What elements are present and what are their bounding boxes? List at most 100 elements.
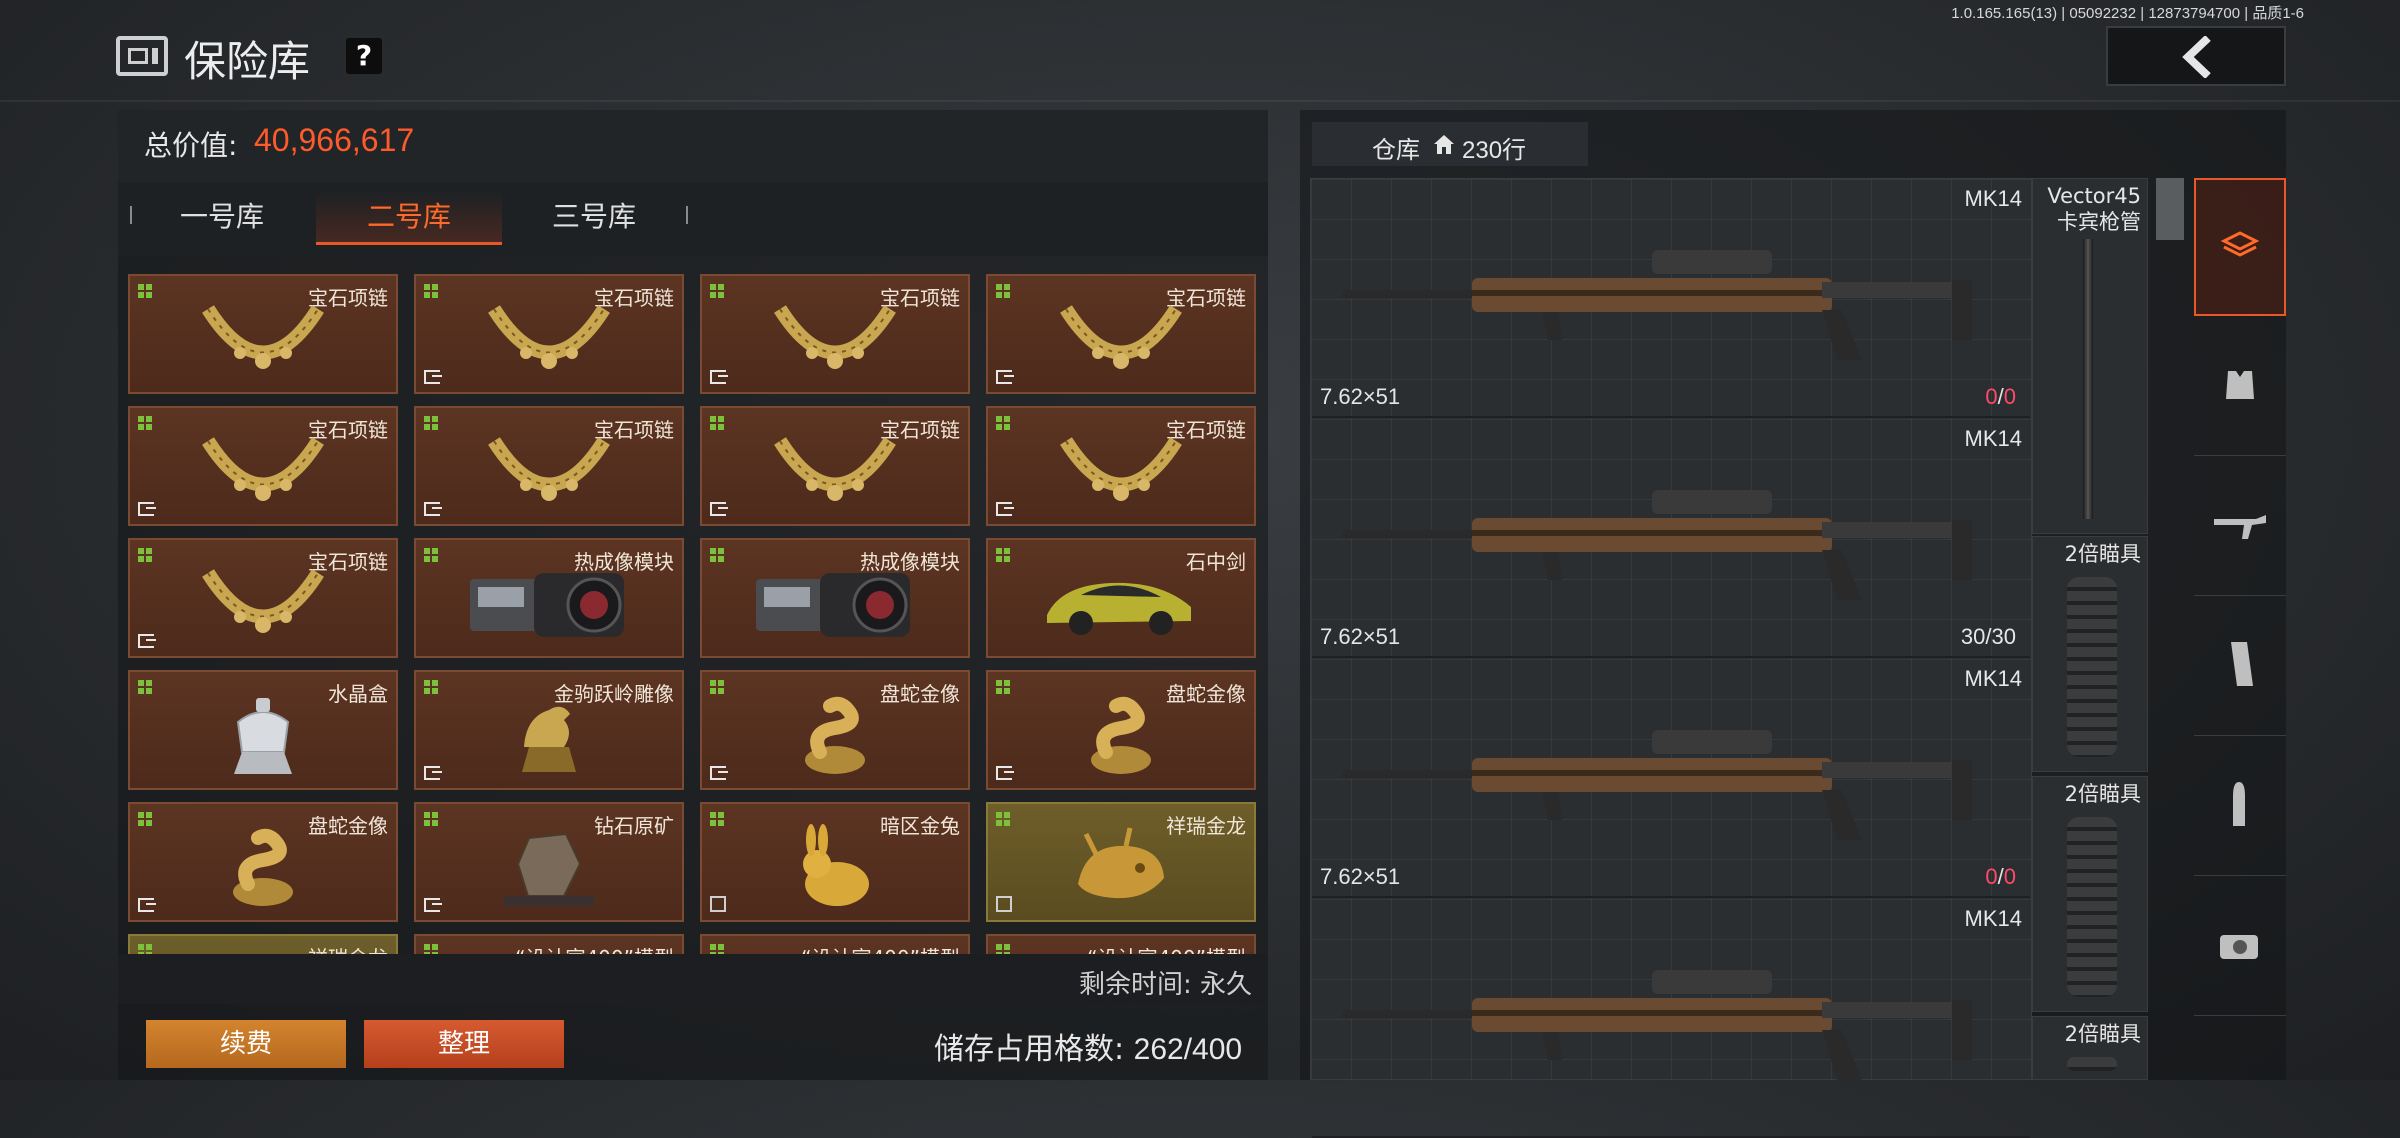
vault-item-slot[interactable]: 宝石项链: [986, 274, 1256, 394]
transfer-out-icon: [996, 370, 1014, 384]
vault-item-slot[interactable]: 钻石原矿: [414, 802, 684, 922]
total-value: 40,966,617: [254, 122, 415, 158]
quality-badge-icon: [710, 416, 724, 430]
weapon-ammo: 0/0: [1985, 864, 2016, 890]
package-icon: [710, 896, 726, 912]
warehouse-attachment-slot[interactable]: 2倍瞄具: [2032, 536, 2148, 772]
vault-item-slot[interactable]: 宝石项链: [700, 274, 970, 394]
transfer-out-icon: [710, 502, 728, 516]
vault-item-slot[interactable]: 石中剑: [986, 538, 1256, 658]
attachment-name: 2倍瞄具: [2064, 782, 2141, 806]
vault-item-slot[interactable]: 热成像模块: [700, 538, 970, 658]
transfer-out-icon: [138, 634, 156, 648]
remaining-time: 剩余时间: 永久: [1079, 964, 1252, 1001]
gold-rabbit-icon: [785, 824, 885, 918]
vault-item-slot[interactable]: 宝石项链: [128, 406, 398, 526]
necklace-icon: [1056, 301, 1186, 385]
remaining-time-label: 剩余时间:: [1078, 970, 1192, 1000]
quality-badge-icon: [138, 680, 152, 694]
necklace-icon: [770, 433, 900, 517]
vault-item-slot[interactable]: 热成像模块: [414, 538, 684, 658]
vault-item-slot[interactable]: 盘蛇金像: [700, 670, 970, 790]
vault-item-slot[interactable]: 祥瑞金龙: [986, 802, 1256, 922]
warehouse-weapon-slot[interactable]: MK14: [1312, 900, 2030, 1138]
vault-item-slot[interactable]: 宝石项链: [414, 274, 684, 394]
category-tab-stash-layers[interactable]: [2194, 178, 2286, 316]
ammo-capacity: 0: [2003, 384, 2016, 409]
tab-vault-1[interactable]: 一号库: [160, 192, 284, 242]
vault-item-slot[interactable]: 盘蛇金像: [128, 802, 398, 922]
scope-icon: [2067, 577, 2117, 757]
warehouse-label: 仓库: [1372, 136, 1420, 164]
category-tab-armor[interactable]: [2194, 318, 2286, 456]
item-name: 盘蛇金像: [880, 682, 960, 706]
page-title: 保险库: [184, 37, 311, 86]
item-name: 盘蛇金像: [308, 814, 388, 838]
scrollbar-thumb[interactable]: [2156, 178, 2184, 240]
quality-badge-icon: [710, 548, 724, 562]
vault-item-slot[interactable]: 暗区金兔: [700, 802, 970, 922]
transfer-out-icon: [424, 898, 442, 912]
category-tab-ammo[interactable]: [2194, 738, 2286, 876]
quality-badge-icon: [424, 416, 438, 430]
vault-item-slot[interactable]: 盘蛇金像: [986, 670, 1256, 790]
vault-item-slot[interactable]: 宝石项链: [986, 406, 1256, 526]
vault-item-slot[interactable]: 宝石项链: [128, 274, 398, 394]
weapon-name: MK14: [1964, 186, 2022, 211]
back-button[interactable]: [2106, 26, 2286, 86]
item-name: 水晶盒: [328, 682, 388, 706]
category-tab-rifle[interactable]: [2194, 458, 2286, 596]
rifle-icon: [2212, 505, 2268, 549]
warehouse-attachment-slot[interactable]: 2倍瞄具: [2032, 1016, 2148, 1080]
vault-item-slot[interactable]: 金驹跃岭雕像: [414, 670, 684, 790]
warehouse-weapon-slot[interactable]: MK14 7.62×51 0/0: [1312, 660, 2030, 898]
thermal-module-icon: [750, 565, 920, 649]
barrel-icon: [2083, 239, 2093, 519]
armor-icon: [2220, 365, 2260, 409]
chevron-left-icon: [2182, 36, 2211, 78]
item-name: “设计室400”模型: [515, 942, 674, 954]
weapon-name: MK14: [1964, 426, 2022, 451]
vault-item-slot[interactable]: “设计室400”模型: [700, 934, 970, 954]
item-name: 祥瑞金龙: [1166, 814, 1246, 838]
renew-button[interactable]: 续费: [146, 1020, 346, 1068]
tab-vault-3[interactable]: 三号库: [532, 192, 656, 242]
warehouse-attachment-slot[interactable]: Vector45 卡宾枪管: [2032, 178, 2148, 534]
quality-badge-icon: [996, 284, 1010, 298]
vault-item-slot[interactable]: 祥瑞金龙: [128, 934, 398, 954]
weapon-caliber: 7.62×51: [1320, 864, 1401, 889]
warehouse-weapon-slot[interactable]: MK14 7.62×51 0/0: [1312, 180, 2030, 418]
quality-badge-icon: [138, 944, 152, 954]
warehouse-attachment-slot[interactable]: 2倍瞄具: [2032, 776, 2148, 1012]
rifle-icon: [1322, 460, 2022, 614]
quality-badge-icon: [424, 680, 438, 694]
tab-vault-2[interactable]: 二号库: [316, 192, 502, 245]
gold-snake-statue-icon: [218, 824, 308, 918]
vault-item-slot[interactable]: 宝石项链: [414, 406, 684, 526]
transfer-out-icon: [138, 502, 156, 516]
vault-item-slot[interactable]: “设计室400”模型: [414, 934, 684, 954]
weapon-caliber: 7.62×51: [1320, 624, 1401, 649]
magazine-icon: [2225, 640, 2255, 694]
sort-button[interactable]: 整理: [364, 1020, 564, 1068]
vault-item-slot[interactable]: 宝石项链: [700, 406, 970, 526]
rifle-icon: [1322, 940, 2022, 1094]
category-tab-magazine[interactable]: [2194, 598, 2286, 736]
total-value-label: 总价值:: [144, 129, 238, 162]
item-name: “设计室400”模型: [1087, 942, 1246, 954]
quality-badge-icon: [996, 548, 1010, 562]
category-tab-sight[interactable]: [2194, 878, 2286, 1016]
vault-item-slot[interactable]: “设计室400”模型: [986, 934, 1256, 954]
necklace-icon: [1056, 433, 1186, 517]
necklace-icon: [484, 433, 614, 517]
help-button[interactable]: ?: [346, 38, 382, 74]
vault-item-slot[interactable]: 宝石项链: [128, 538, 398, 658]
transfer-out-icon: [424, 370, 442, 384]
quality-badge-icon: [138, 548, 152, 562]
item-name: 暗区金兔: [880, 814, 960, 838]
item-name: “设计室400”模型: [801, 942, 960, 954]
version-info: 1.0.165.165(13) | 05092232 | 12873794700…: [1951, 5, 2304, 22]
vault-item-slot[interactable]: 水晶盒: [128, 670, 398, 790]
warehouse-weapon-slot[interactable]: MK14 7.62×51 30/30: [1312, 420, 2030, 658]
quality-badge-icon: [710, 680, 724, 694]
